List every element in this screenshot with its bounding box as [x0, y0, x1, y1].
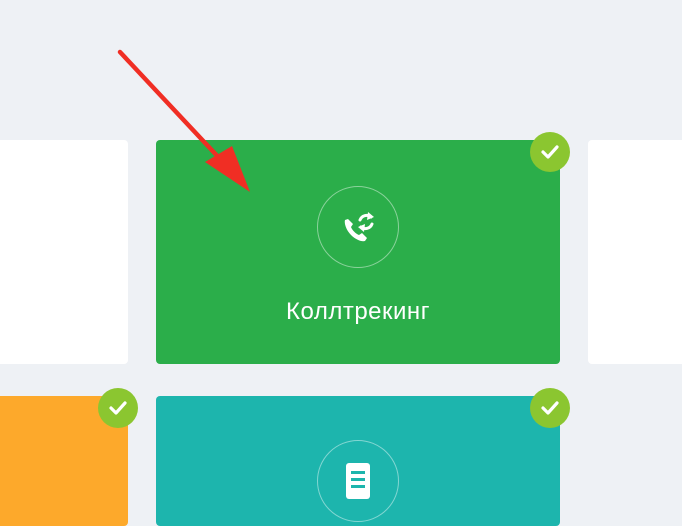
annotation-arrow [117, 49, 250, 192]
